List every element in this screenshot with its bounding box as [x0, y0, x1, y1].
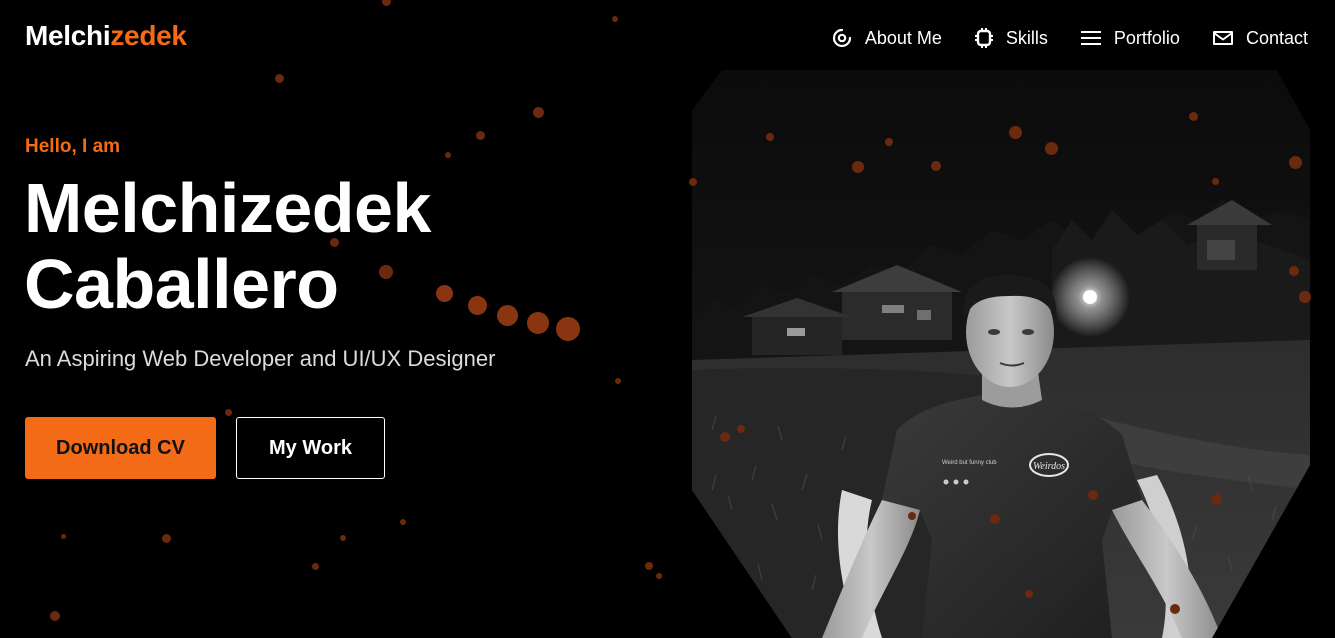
site-logo[interactable]: Melchizedek	[25, 20, 187, 52]
nav-skills[interactable]: Skills	[974, 24, 1048, 52]
nav-contact-label: Contact	[1245, 27, 1308, 48]
target-icon	[831, 27, 853, 49]
nav-contact[interactable]: Contact	[1212, 24, 1308, 52]
shirt-logo-text: Weirdos	[1033, 461, 1065, 472]
nav-skills-label: Skills	[1005, 27, 1048, 48]
nav-about-me[interactable]: About Me	[831, 24, 942, 52]
hero-name-last: Caballero	[24, 245, 339, 323]
envelope-icon	[1212, 29, 1234, 47]
profile-photo: Weirdos Weird but funny club	[692, 70, 1310, 638]
menu-lines-icon	[1080, 29, 1102, 47]
nav-about-me-label: About Me	[864, 27, 942, 48]
page: Melchizedek About Me Skills Portfolio Co…	[0, 0, 1335, 638]
shirt-tag-text: Weird but funny club	[942, 460, 997, 466]
nav-portfolio-label: Portfolio	[1113, 27, 1180, 48]
main-nav: About Me Skills Portfolio Contact	[831, 24, 1308, 52]
my-work-button[interactable]: My Work	[236, 417, 385, 479]
logo-text-first: Melchi	[25, 20, 111, 51]
hero-name: Melchizedek Caballero	[24, 170, 431, 322]
hero-name-first: Melchizedek	[24, 169, 431, 247]
nav-portfolio[interactable]: Portfolio	[1080, 24, 1180, 52]
hero-subtitle: An Aspiring Web Developer and UI/UX Desi…	[25, 346, 496, 371]
logo-text-accent: zedek	[110, 20, 187, 51]
hero-greeting: Hello, I am	[25, 136, 121, 157]
chip-icon	[974, 27, 994, 49]
download-cv-button[interactable]: Download CV	[25, 417, 216, 479]
